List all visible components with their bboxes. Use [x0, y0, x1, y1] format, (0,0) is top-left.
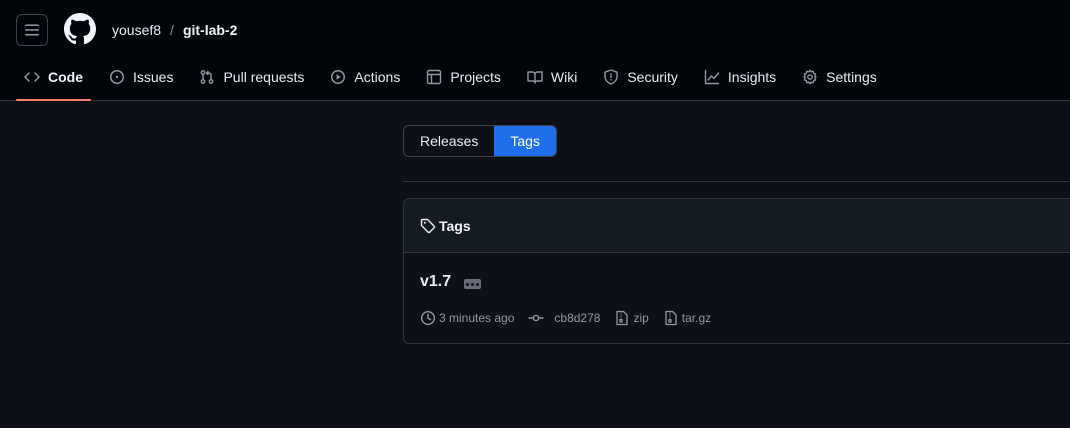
- tag-time: 3 minutes ago: [420, 310, 514, 326]
- ellipsis-dot: [471, 282, 474, 286]
- tags-box-title: Tags: [439, 217, 471, 234]
- tag-meta: 3 minutes ago cb8d278 zip tar.gz: [420, 310, 725, 326]
- ellipsis-dot: [476, 282, 479, 286]
- tab-label: Issues: [133, 69, 174, 85]
- zip-label: zip: [633, 311, 649, 325]
- tag-icon: [420, 218, 436, 233]
- tags-tab[interactable]: Tags: [494, 126, 556, 156]
- play-icon: [331, 70, 346, 84]
- git-pull-request-icon: [201, 70, 214, 84]
- targz-download-link[interactable]: tar.gz: [663, 310, 711, 326]
- github-logo-icon[interactable]: [64, 13, 96, 45]
- repo-nav-tabs: Code Issues Pull requests Actions Projec…: [16, 60, 895, 101]
- graph-icon: [704, 69, 720, 85]
- commit-sha: cb8d278: [554, 311, 601, 325]
- clock-icon: [420, 310, 436, 326]
- tab-label: Projects: [450, 69, 501, 85]
- releases-tags-subnav: Releases Tags: [403, 125, 557, 157]
- tab-issues[interactable]: Issues: [101, 60, 181, 94]
- tab-actions[interactable]: Actions: [322, 60, 408, 94]
- breadcrumb-separator: /: [170, 22, 174, 38]
- commit-link[interactable]: cb8d278: [528, 310, 600, 326]
- tab-settings[interactable]: Settings: [794, 60, 885, 94]
- tab-wiki[interactable]: Wiki: [519, 60, 585, 94]
- breadcrumb: yousef8 / git-lab-2: [112, 20, 237, 40]
- issue-opened-icon: [110, 70, 124, 84]
- tab-code[interactable]: Code: [16, 60, 91, 101]
- tab-label: Security: [627, 69, 678, 85]
- targz-label: tar.gz: [681, 311, 712, 325]
- code-icon: [24, 72, 40, 82]
- tags-box: Tags v1.7 3 minutes ago cb8d278 zip tar.…: [403, 198, 1070, 344]
- section-divider: [403, 181, 1070, 182]
- releases-tab[interactable]: Releases: [404, 126, 494, 156]
- tab-label: Code: [48, 69, 83, 85]
- zip-download-link[interactable]: zip: [614, 310, 649, 326]
- shield-icon: [604, 69, 619, 85]
- repo-name-link[interactable]: git-lab-2: [183, 22, 237, 38]
- book-icon: [527, 71, 543, 84]
- tags-box-header: Tags: [404, 199, 1070, 253]
- app-header: yousef8 / git-lab-2 Code Issues Pull req…: [0, 0, 1070, 101]
- tab-label: Insights: [727, 69, 777, 85]
- tag-name-link[interactable]: v1.7: [420, 273, 451, 291]
- tag-time-text: 3 minutes ago: [439, 311, 515, 325]
- tab-label: Settings: [826, 69, 877, 85]
- tab-insights[interactable]: Insights: [696, 60, 784, 94]
- ellipsis-dot: [466, 282, 469, 286]
- tab-security[interactable]: Security: [595, 60, 686, 94]
- tab-projects[interactable]: Projects: [418, 60, 509, 94]
- expand-details-button[interactable]: [464, 279, 481, 289]
- tab-label: Actions: [354, 69, 401, 85]
- tab-label: Wiki: [550, 69, 578, 85]
- menu-button[interactable]: [16, 14, 48, 46]
- file-zip-icon: [616, 310, 629, 326]
- hamburger-icon: [25, 24, 39, 36]
- git-commit-icon: [528, 314, 545, 322]
- table-icon: [427, 69, 442, 85]
- tab-pull-requests[interactable]: Pull requests: [191, 60, 312, 94]
- gear-icon: [803, 69, 817, 85]
- tab-label: Pull requests: [223, 69, 305, 85]
- repo-owner-link[interactable]: yousef8: [112, 22, 161, 38]
- file-zip-icon: [665, 310, 677, 326]
